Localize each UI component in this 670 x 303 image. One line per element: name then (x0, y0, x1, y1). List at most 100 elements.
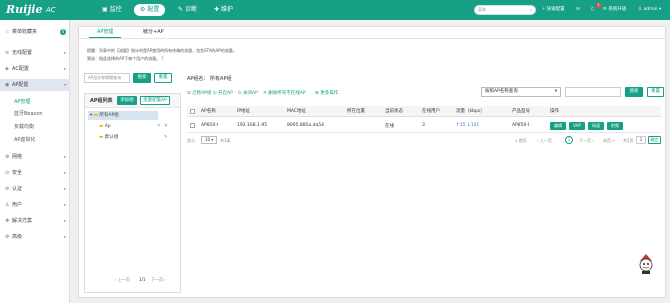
nav-maintain[interactable]: ✚ 维护 (208, 4, 239, 16)
top-bar: Ruijie AC ▣ 监控 ⚙ 配置 ✎ 诊断 ✚ 维护 菜单 ⌕ ⚡ 快速配置 ✉ ♫… (0, 0, 670, 20)
chevron-icon: ▸ (63, 186, 66, 191)
cell-ap-name: AP850-I (201, 123, 219, 128)
group-list-title: AP组列表 (90, 98, 113, 104)
sidebar-subitem-ap-manage[interactable]: AP管理 (14, 97, 30, 107)
nav-diagnose[interactable]: ✎ 诊断 (172, 4, 203, 16)
row-checkbox[interactable] (190, 123, 195, 128)
menu-search-input[interactable]: 菜单 ⌕ (474, 5, 536, 15)
maintain-icon: ✚ (214, 6, 220, 13)
delete-offline-ap-tool[interactable]: ✕ 删除所有不在线AP (263, 90, 306, 96)
radio-button[interactable]: 射频 (607, 122, 623, 130)
sidebar-item-solutions[interactable]: ❖ 解决方案 ▸ (0, 215, 70, 227)
group-next-page[interactable]: 下一页 › (151, 277, 166, 283)
group-reset-button[interactable]: 重置 (154, 73, 172, 83)
select-all-checkbox[interactable] (190, 109, 195, 114)
logo-sub: AC (46, 6, 56, 14)
group-search-button[interactable]: 搜索 (133, 73, 151, 83)
sidebar-subitem-beacon[interactable]: 蓝牙Beacon (14, 109, 43, 119)
hint-line-1: 提醒：列表中的【流量】统计的是AP使用的所有终端的流量，包含STA的AP的流量。 (87, 48, 237, 53)
more-actions-tool[interactable]: ⊞ 更多操作 (315, 90, 338, 96)
help-icon[interactable]: ? (161, 56, 163, 61)
auth-icon: ⊚ (5, 186, 10, 192)
enable-ap-tool[interactable]: ⏻ 开启AP (213, 90, 233, 96)
last-page-link[interactable]: 末页 » (603, 138, 615, 144)
group-prev-page[interactable]: ‹ 上一页 (115, 277, 130, 283)
next-page-link[interactable]: 下一页 › (579, 138, 594, 144)
edit-icon[interactable]: ✎ (157, 122, 161, 131)
wifi-icon: ≋ (5, 50, 10, 56)
lightning-icon: ⚡ (542, 7, 546, 12)
bell-icon[interactable]: ♫ (590, 5, 594, 15)
tree-root-all-groups[interactable]: ▾ ▬ 所有AP组 (88, 111, 158, 120)
cell-model: AP850-I (512, 123, 530, 128)
vap-button[interactable]: VAP (569, 122, 585, 130)
ap-reset-button[interactable]: 重置 (647, 87, 664, 97)
sidebar-item-network[interactable]: ⊕ 网络 ▸ (0, 151, 70, 163)
total-pages: 共1页 (623, 138, 634, 143)
prev-page-link[interactable]: ‹ 上一页 (537, 138, 552, 144)
sidebar-subitem-ap-virtual[interactable]: AP虚拟化 (14, 135, 35, 145)
chevron-icon: ▸ (63, 218, 66, 223)
table-row[interactable]: AP850-I 192.168.1.95 8005.885a.da54 在线 3… (187, 119, 661, 133)
move-icon: ⇆ (187, 91, 191, 96)
page-jump-input[interactable]: 1 (636, 136, 646, 144)
nav-monitor[interactable]: ▣ 监控 (96, 4, 128, 16)
current-page[interactable]: 1 (565, 136, 573, 144)
cell-status: 在线 (385, 124, 394, 129)
chevron-icon: ▸ (63, 202, 66, 207)
cell-flow[interactable]: ↑15 ↓121 (456, 123, 479, 128)
solution-icon: ❖ (5, 218, 10, 224)
message-icon[interactable]: ✉ (576, 5, 580, 15)
ap-search-button[interactable]: 搜索 (625, 87, 643, 97)
nav-config[interactable]: ⚙ 配置 (134, 4, 166, 16)
sidebar-item-user[interactable]: ♙ 用户 ▸ (0, 199, 70, 211)
sidebar-item-favorites[interactable]: ☆ 菜单收藏夹 0 (0, 26, 70, 38)
sidebar-item-wireless[interactable]: ≋ 无线配置 ▸ (0, 47, 70, 59)
disable-ap-tool[interactable]: ⏻ 关闭AP (238, 90, 258, 96)
page-size-select[interactable]: 10 ▾ (201, 136, 217, 144)
tab-ap-manage[interactable]: AP管理 (89, 27, 122, 38)
add-group-button[interactable]: 添加组 (117, 96, 137, 105)
page-jump-button[interactable]: 确定 (648, 136, 661, 144)
move-group-tool[interactable]: ⇆ 迁移AP组 (187, 90, 212, 96)
col-ip: IP地址 (237, 109, 251, 114)
network-icon: ⊕ (5, 154, 10, 160)
ac-icon: ◈ (5, 66, 9, 72)
monitor-icon: ▣ (102, 6, 108, 13)
edit-button[interactable]: 编辑 (550, 122, 566, 130)
sidebar-subitem-load-balance[interactable]: 负载均衡 (14, 122, 34, 132)
cell-ip: 192.168.1.95 (237, 123, 268, 128)
sidebar-item-security[interactable]: ⊙ 安全 ▸ (0, 167, 70, 179)
chevron-icon: ▸ (63, 170, 66, 175)
gear-icon: ⚙ (5, 234, 10, 240)
star-icon: ☆ (5, 29, 10, 35)
tab-ap-extra[interactable]: 敏分+AP (135, 27, 172, 38)
query-type-select[interactable]: 按照AP名称查询 ▾ (481, 87, 561, 97)
sidebar-item-auth[interactable]: ⊚ 认证 ▸ (0, 183, 70, 195)
sidebar: ☆ 菜单收藏夹 0 ≋ 无线配置 ▸ ◈ AC配置 ▸ ◉ AP配置 ▾ AP管理 蓝牙Beac… (0, 20, 70, 303)
sidebar-item-ac[interactable]: ◈ AC配置 ▸ (0, 63, 70, 75)
batch-config-ap-button[interactable]: 批量配置AP (140, 96, 170, 105)
edit-icon[interactable]: ✎ (164, 133, 168, 142)
assistant-mascot-icon[interactable] (636, 253, 656, 275)
chevron-icon: ▸ (63, 154, 66, 159)
first-page-link[interactable]: « 首页 (515, 138, 527, 144)
sidebar-item-ap[interactable]: ◉ AP配置 ▾ (0, 79, 70, 91)
quick-config-button[interactable]: ⚡ 快速配置 (542, 5, 565, 15)
group-search-input[interactable]: AP组名称模糊查询 (84, 73, 130, 83)
chevron-icon: ▸ (63, 50, 66, 55)
system-upgrade-button[interactable]: ⟳ 系统升级 (603, 5, 626, 15)
sidebar-item-advanced[interactable]: ⚙ 高级 ▸ (0, 231, 70, 243)
hint-line-2-wrap: 筛选：指此选择的AP下每个用户的流量。 ? (87, 56, 164, 61)
ap-icon: ◉ (5, 82, 10, 88)
speed-button[interactable]: 网速 (588, 122, 604, 130)
chevron-down-icon: ▾ (554, 89, 557, 94)
tree-item-default[interactable]: ▬ 默认组 ✎ (99, 133, 174, 142)
ap-query-input[interactable] (565, 87, 621, 97)
ap-group-panel: AP组列表 添加组 批量配置AP ▾ ▬ 所有AP组 ▬ Ap ✎ ✕ ▬ 默认组 ✎… (84, 93, 181, 293)
tree-item-ap[interactable]: ▬ Ap ✎ ✕ (99, 122, 174, 131)
delete-icon[interactable]: ✕ (164, 122, 168, 131)
user-menu[interactable]: ♙ admin ▾ (638, 5, 661, 15)
favorites-badge: 0 (60, 29, 66, 35)
folder-icon: ▬ (99, 135, 104, 140)
